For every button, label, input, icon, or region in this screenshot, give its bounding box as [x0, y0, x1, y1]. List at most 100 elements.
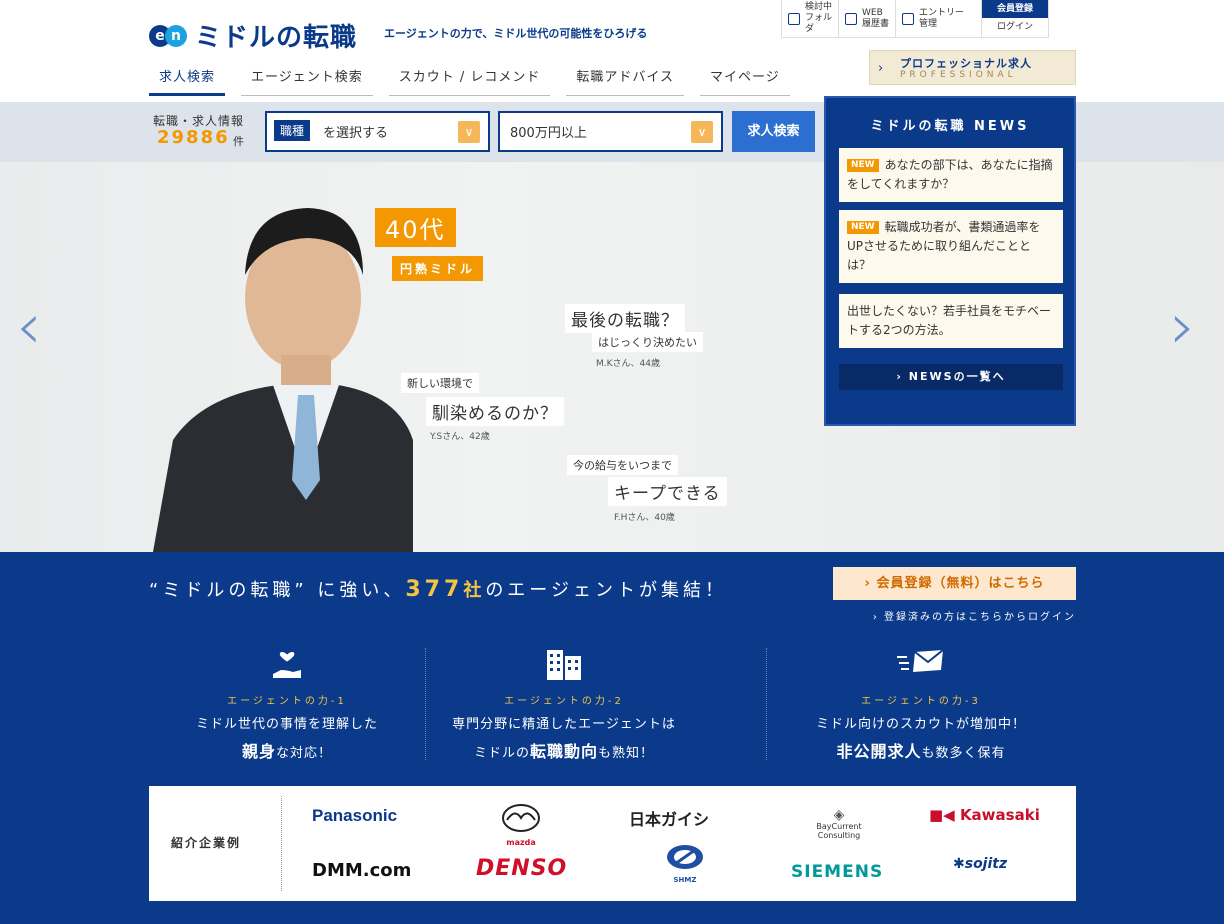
new-badge: NEW — [847, 221, 879, 234]
companies-label: 紹介企業例 — [171, 836, 242, 850]
util-entry[interactable]: エントリー 管理 — [896, 0, 982, 37]
site-logo[interactable]: en ミドルの転職 — [149, 17, 357, 54]
point-2-rest: も熟知！ — [598, 746, 655, 761]
logo-kawasaki: ■◀ Kawasaki — [929, 806, 1040, 824]
kawasaki-text: Kawasaki — [959, 806, 1040, 824]
news-item[interactable]: NEW 転職成功者が、書類通過率をUPさせるために取り組んだこととは？ — [839, 210, 1063, 283]
agent-count: 377 — [405, 577, 464, 602]
point-1-bold: 親身 — [241, 742, 276, 761]
salary-select[interactable]: 800万円以上 ∨ — [498, 111, 723, 152]
quote-2-main: 馴染めるのか？ — [426, 397, 564, 426]
logo-panasonic: Panasonic — [312, 806, 398, 825]
carousel-next-icon[interactable]: › — [1170, 290, 1196, 364]
util-entry-label: エントリー 管理 — [919, 7, 965, 29]
businessman-photo — [153, 208, 413, 552]
point-1-line2: 親身な対応！ — [149, 738, 425, 762]
chevron-right-icon: › — [878, 61, 884, 76]
job-search-button[interactable]: 求人検索 — [732, 111, 815, 152]
registered-login-link[interactable]: › 登録済みの方はこちらからログイン — [833, 608, 1076, 623]
agent-point-1: エージェントの力-1 ミドル世代の事情を理解した 親身な対応！ — [149, 648, 425, 762]
count-unit: 件 — [233, 135, 244, 148]
site-tagline: エージェントの力で、ミドル世代の可能性をひろげる — [384, 27, 648, 40]
quote-3-sub: 今の給与をいつまで — [567, 455, 678, 475]
chevron-down-icon: ∨ — [458, 121, 480, 143]
pro-title: プロフェッショナル求人 — [900, 57, 1032, 70]
free-register-button[interactable]: › 会員登録（無料）はこちら — [833, 567, 1076, 600]
util-folder[interactable]: 検討中 フォルダ — [782, 0, 839, 37]
point-1-line1: ミドル世代の事情を理解した — [195, 717, 378, 732]
quote-2-name: Y.Sさん、42歳 — [430, 432, 490, 442]
point-2-prefix: ミドルの — [473, 746, 530, 761]
divider — [281, 796, 282, 891]
site-header: en ミドルの転職 エージェントの力で、ミドル世代の可能性をひろげる 検討中 フォ… — [0, 0, 1224, 102]
global-nav: 求人検索 エージェント検索 スカウト / レコメンド 転職アドバイス マイページ — [149, 62, 806, 96]
point-2-line1: 専門分野に精通したエージェントは — [452, 717, 676, 732]
point-3-label: エージェントの力-3 — [861, 696, 981, 707]
quote-3-main: キープできる — [608, 477, 727, 506]
logo-mazda: mazda — [499, 804, 543, 847]
util-folder-label: 検討中 フォルダ — [805, 2, 833, 34]
agent-count-unit: 社 — [463, 580, 486, 601]
mazda-text: mazda — [506, 838, 536, 847]
company-logos: 紹介企業例 Panasonic mazda 日本ガイシ ◈ BayCurrent… — [149, 786, 1076, 901]
quote-1-sub: はじっくり決めたい — [592, 332, 703, 352]
mail-icon — [766, 648, 1076, 684]
nav-mypage[interactable]: マイページ — [700, 62, 790, 96]
point-2-bold: 転職動向 — [529, 742, 598, 761]
headline-pre: “ミドルの転職” に強い、 — [149, 580, 406, 601]
agent-point-3: エージェントの力-3 ミドル向けのスカウトが増加中！ 非公開求人も数多く保有 — [766, 648, 1076, 762]
sojitz-mark-icon: ✱ — [953, 856, 965, 872]
entry-icon — [902, 12, 914, 25]
job-type-placeholder: を選択する — [323, 126, 389, 141]
kawasaki-mark-icon: ■◀ — [929, 806, 960, 824]
professional-jobs-button[interactable]: › プロフェッショナル求人 PROFESSIONAL — [869, 50, 1076, 85]
headline-post: のエージェントが集結！ — [485, 580, 727, 601]
heart-hand-icon — [149, 648, 425, 684]
login-link[interactable]: ログイン — [982, 18, 1048, 37]
util-resume-label: WEB 履歴書 — [862, 7, 890, 29]
nav-agent-search[interactable]: エージェント検索 — [241, 62, 373, 96]
baycurrent-mark-icon: ◈ — [833, 807, 845, 823]
point-2-line2: ミドルの転職動向も熟知！ — [426, 738, 702, 762]
nav-advice[interactable]: 転職アドバイス — [566, 62, 685, 96]
point-1-label: エージェントの力-1 — [227, 696, 347, 707]
news-title: ミドルの転職 NEWS — [870, 119, 1030, 134]
quote-2-sub: 新しい環境で — [401, 373, 479, 393]
utility-menu: 検討中 フォルダ WEB 履歴書 エントリー 管理 会員登録 ログイン — [781, 0, 1049, 38]
point-3-bold: 非公開求人 — [836, 742, 922, 761]
news-more-label: NEWSの一覧へ — [908, 370, 1006, 383]
agent-point-2: エージェントの力-2 専門分野に精通したエージェントは ミドルの転職動向も熟知！ — [426, 648, 702, 762]
logo-shimizu: SHMZ — [665, 844, 705, 884]
util-resume[interactable]: WEB 履歴書 — [839, 0, 896, 37]
nav-scout[interactable]: スカウト / レコメンド — [388, 62, 551, 96]
agent-headline: “ミドルの転職” に強い、377社のエージェントが集結！ — [149, 576, 727, 602]
account-box: 会員登録 ログイン — [982, 0, 1048, 37]
en-logo-icon: en — [149, 23, 187, 49]
logo-denso: DENSO — [476, 856, 568, 881]
resume-icon — [845, 12, 857, 25]
point-3-rest: も数多く保有 — [921, 746, 1006, 761]
nav-job-search[interactable]: 求人検索 — [149, 62, 226, 96]
register-link[interactable]: 会員登録 — [982, 0, 1048, 18]
quote-1-main: 最後の転職？ — [565, 304, 685, 333]
logo-baycurrent: ◈ BayCurrent Consulting — [815, 808, 863, 840]
news-list-link[interactable]: › NEWSの一覧へ — [839, 364, 1063, 390]
salary-value: 800万円以上 — [510, 126, 587, 141]
shmz-text: SHMZ — [673, 876, 697, 884]
agent-section: “ミドルの転職” に強い、377社のエージェントが集結！ › 会員登録（無料）は… — [0, 552, 1224, 924]
age-badge: 40代 — [375, 208, 456, 247]
baycurrent-text: BayCurrent Consulting — [816, 822, 862, 840]
point-1-rest: な対応！ — [276, 746, 333, 761]
chevron-down-icon: ∨ — [691, 121, 713, 143]
carousel-prev-icon[interactable]: ‹ — [16, 290, 42, 364]
news-item-text: 出世したくない？若手社員をモチベートする2つの方法。 — [847, 304, 1052, 337]
chevron-right-icon: › — [896, 370, 909, 383]
job-count: 29886 — [157, 127, 230, 148]
job-type-select[interactable]: 職種 を選択する ∨ — [265, 111, 490, 152]
logo-sojitz: ✱sojitz — [953, 856, 1007, 872]
point-3-line2: 非公開求人も数多く保有 — [766, 738, 1076, 762]
building-icon — [426, 648, 702, 684]
news-item[interactable]: 出世したくない？若手社員をモチベートする2つの方法。 — [839, 294, 1063, 348]
chevron-right-icon: › — [864, 576, 877, 591]
news-item[interactable]: NEW あなたの部下は、あなたに指摘をしてくれますか？ — [839, 148, 1063, 202]
